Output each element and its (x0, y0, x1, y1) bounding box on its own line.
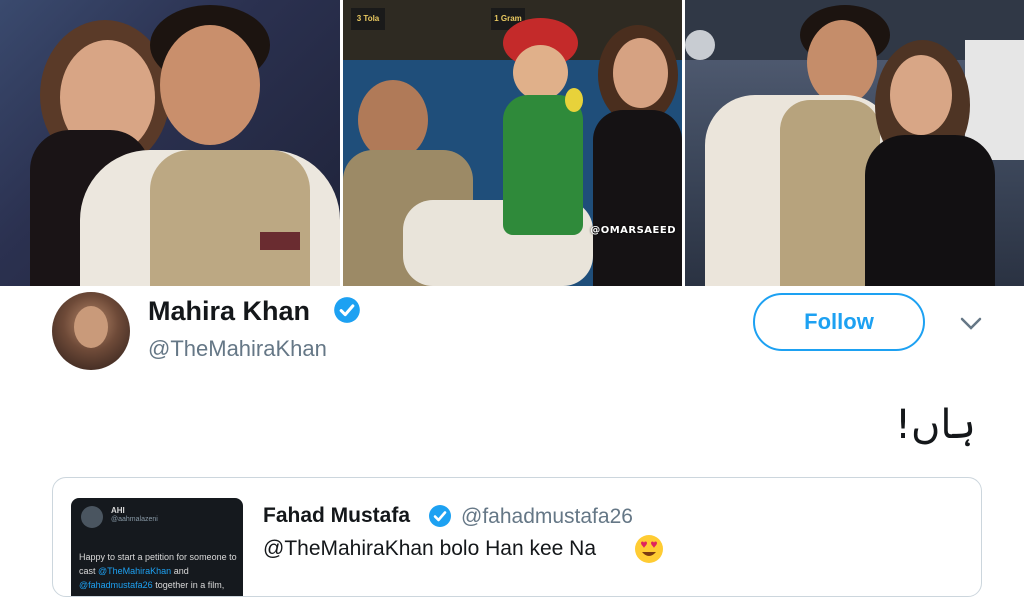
photo-collage: 3 Tola 1 Gram @OMARSAEED (0, 0, 1024, 288)
thumb-avatar (81, 506, 103, 528)
thumb-text-3: together in a film, (152, 580, 225, 590)
child-face (513, 45, 568, 100)
man-laughing-face (358, 80, 428, 160)
user-handle[interactable]: @TheMahiraKhan (148, 336, 327, 362)
quoted-handle[interactable]: @fahadmustafa26 (461, 505, 633, 529)
woman-face (613, 38, 668, 108)
pocket-square (260, 232, 300, 250)
thumb-mention-1: @TheMahiraKhan (98, 566, 172, 576)
photo-1[interactable] (0, 0, 340, 286)
smiling-face-with-heart-eyes-icon (635, 535, 663, 563)
woman-face (890, 55, 952, 135)
thumb-mention-2: @fahadmustafa26 (79, 580, 153, 590)
woman-outfit (865, 135, 995, 286)
chevron-down-icon[interactable] (958, 316, 984, 332)
display-name[interactable]: Mahira Khan (148, 296, 310, 327)
thumb-text-2: and (171, 566, 189, 576)
thumb-name: AHI (111, 506, 125, 515)
tweet-text: ہاں! (894, 402, 976, 448)
photo-watermark: @OMARSAEED (590, 225, 676, 236)
thumb-text: Happy to start a petition for someone to… (79, 550, 239, 592)
follow-button[interactable]: Follow (753, 293, 925, 351)
man-waistcoat (150, 150, 310, 286)
photo-2[interactable]: 3 Tola 1 Gram @OMARSAEED (343, 0, 682, 286)
verified-badge-icon (334, 297, 360, 323)
thumb-handle: @aahmalazeni (111, 516, 158, 523)
child-green-outfit (503, 95, 583, 235)
quoted-display-name[interactable]: Fahad Mustafa (263, 504, 410, 528)
quoted-tweet-image: AHI @aahmalazeni Happy to start a petiti… (71, 498, 243, 596)
avatar[interactable] (52, 292, 130, 370)
wall-fan (685, 30, 715, 60)
banner-3-tola: 3 Tola (351, 8, 385, 30)
man-face (807, 20, 877, 105)
quoted-tweet-card[interactable]: AHI @aahmalazeni Happy to start a petiti… (52, 477, 982, 597)
man-face (160, 25, 260, 145)
verified-badge-icon (429, 505, 451, 527)
microphone (565, 88, 583, 112)
avatar-face (74, 306, 108, 348)
photo-3[interactable] (685, 0, 1024, 286)
quoted-tweet-text: @TheMahiraKhan bolo Han kee Na (263, 537, 597, 560)
woman-outfit (593, 110, 682, 286)
